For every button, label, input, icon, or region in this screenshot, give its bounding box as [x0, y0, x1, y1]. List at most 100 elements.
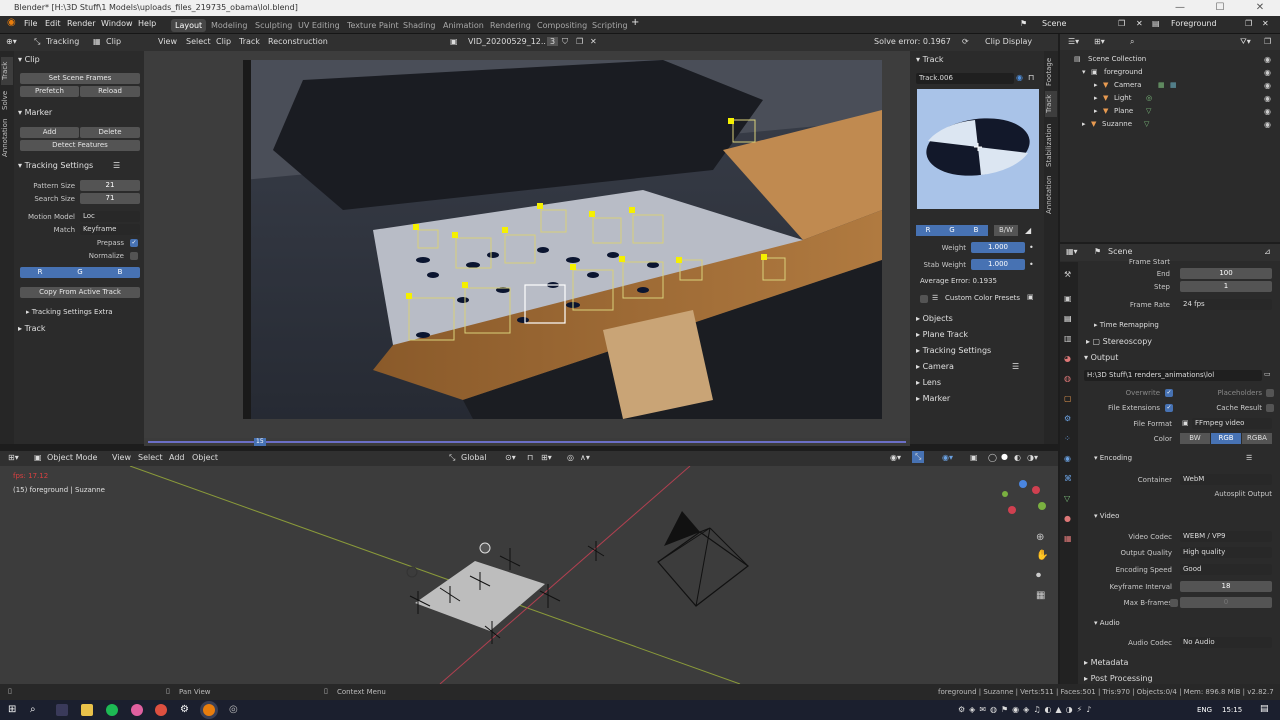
audio-codec-dropdown[interactable]: No Audio: [1180, 637, 1272, 648]
language-indicator[interactable]: ENG: [1197, 706, 1212, 714]
post-processing-section[interactable]: ▸ Post Processing: [1084, 674, 1153, 683]
outliner-item-suzanne[interactable]: Suzanne: [1102, 120, 1132, 128]
clock[interactable]: 15:15: [1222, 706, 1242, 714]
tab-stabilization[interactable]: Stabilization: [1045, 121, 1057, 169]
motion-model-dropdown[interactable]: Loc: [80, 211, 140, 222]
file-explorer-icon[interactable]: [81, 704, 93, 716]
solid-shading-icon[interactable]: ●: [1001, 452, 1008, 461]
pivot-icon[interactable]: ⟳: [962, 37, 969, 46]
close-button[interactable]: ✕: [1240, 0, 1280, 16]
snap-target-icon[interactable]: ⊞▾: [541, 453, 552, 462]
lens-section[interactable]: ▸ Lens: [916, 378, 941, 387]
track-lock-icon[interactable]: ⊓: [1028, 73, 1034, 82]
color-swatch-icon[interactable]: ▣: [1027, 293, 1034, 301]
maximize-button[interactable]: ☐: [1200, 0, 1240, 16]
camera-presets-icon[interactable]: ☰: [1012, 362, 1019, 371]
3d-viewport[interactable]: fps: 17.12 (15) foreground | Suzanne ⊕ ✋…: [0, 466, 1058, 684]
material-shading-icon[interactable]: ◐: [1014, 453, 1021, 462]
new-scene-icon[interactable]: ❐: [1118, 19, 1125, 28]
frame-end-field[interactable]: 100: [1180, 268, 1272, 279]
tab-rendering[interactable]: Rendering: [486, 19, 535, 32]
foreground-expand-icon[interactable]: ▾: [1082, 68, 1086, 76]
viewport-editor-icon[interactable]: ⊞▾: [8, 453, 19, 462]
ortho-grid-icon[interactable]: ▦: [1036, 590, 1045, 601]
tracking-settings-header[interactable]: ▾ Tracking Settings: [18, 161, 93, 170]
pivot-point-icon[interactable]: ⊙▾: [505, 453, 516, 462]
display-mode-icon[interactable]: ⊞▾: [1094, 37, 1105, 46]
video-section[interactable]: ▾ Video: [1094, 512, 1119, 520]
encoding-presets-icon[interactable]: ☰: [1246, 454, 1252, 462]
wireframe-shading-icon[interactable]: ◯: [988, 453, 997, 462]
track-visibility-icon[interactable]: ◉: [1016, 73, 1023, 82]
metadata-section[interactable]: ▸ Metadata: [1084, 658, 1128, 667]
folder-icon[interactable]: ▭: [1264, 370, 1271, 378]
camera-view-icon[interactable]: ⏺: [1036, 570, 1041, 581]
menu-clip[interactable]: Clip: [216, 37, 231, 46]
file-format-dropdown[interactable]: FFmpeg video: [1192, 418, 1272, 429]
tab-footage[interactable]: Footage: [1045, 57, 1057, 87]
overwrite-checkbox[interactable]: ✓: [1165, 389, 1173, 397]
pattern-size-field[interactable]: 21: [80, 180, 140, 191]
outliner-item-foreground[interactable]: foreground: [1104, 68, 1143, 76]
tab-uv-editing[interactable]: UV Editing: [294, 19, 344, 32]
channel-b-toggle[interactable]: B: [100, 267, 140, 278]
max-bframes-checkbox[interactable]: [1170, 599, 1178, 607]
plane-expand-icon[interactable]: ▸: [1094, 107, 1098, 115]
eye-icon[interactable]: ◉: [1264, 107, 1271, 116]
menu-window[interactable]: Window: [101, 19, 133, 28]
color-bw-toggle[interactable]: BW: [1180, 433, 1210, 444]
normalize-checkbox[interactable]: [130, 252, 138, 260]
stab-weight-slider[interactable]: 1.000: [971, 259, 1025, 270]
zoom-icon[interactable]: ⊕: [1036, 532, 1044, 543]
object-mode-dropdown[interactable]: Object Mode: [47, 453, 97, 462]
placeholders-checkbox[interactable]: [1266, 389, 1274, 397]
physics-tab-icon[interactable]: ◉: [1064, 454, 1071, 463]
task-view-icon[interactable]: [56, 704, 68, 716]
tab-compositing[interactable]: Compositing: [533, 19, 591, 32]
encoding-speed-dropdown[interactable]: Good: [1180, 564, 1272, 575]
output-path-field[interactable]: H:\3D Stuff\1 renders_animations\lol: [1084, 370, 1262, 381]
outliner-item-plane[interactable]: Plane: [1114, 107, 1133, 115]
xray-icon[interactable]: ▣: [970, 453, 978, 462]
app-icon[interactable]: [131, 704, 143, 716]
render-tab-icon[interactable]: ▣: [1064, 294, 1072, 303]
tab-scripting[interactable]: Scripting: [588, 19, 632, 32]
chrome-icon[interactable]: [155, 704, 167, 716]
scene-name[interactable]: Scene: [1042, 19, 1066, 28]
clip-name-field[interactable]: VID_20200529_12..: [468, 37, 546, 46]
track-channel-b[interactable]: B: [964, 225, 988, 236]
menu-view[interactable]: View: [158, 37, 177, 46]
menu-render[interactable]: Render: [67, 19, 95, 28]
visibility-icon[interactable]: ◉▾: [890, 453, 901, 462]
timeline-frame-indicator[interactable]: 15: [254, 438, 266, 446]
editor-type-icon[interactable]: ⊕▾: [6, 37, 17, 46]
clip-timeline[interactable]: 15: [144, 438, 910, 446]
tool-tab-icon[interactable]: ⚒: [1064, 270, 1071, 279]
view-layer-name[interactable]: Foreground: [1171, 19, 1217, 28]
menu-file[interactable]: File: [24, 19, 37, 28]
file-extensions-checkbox[interactable]: ✓: [1165, 404, 1173, 412]
scene-tab-icon[interactable]: ◕: [1064, 354, 1071, 363]
clip-section-header[interactable]: ▾ Clip: [18, 55, 40, 64]
plane-object[interactable]: [415, 561, 545, 631]
channel-g-toggle[interactable]: G: [60, 267, 100, 278]
eye-icon[interactable]: ◉: [1264, 94, 1271, 103]
eye-icon[interactable]: ◉: [1264, 120, 1271, 129]
settings-gear-icon[interactable]: ⚙: [180, 704, 192, 716]
video-codec-dropdown[interactable]: WEBM / VP9: [1180, 531, 1272, 542]
cache-result-checkbox[interactable]: [1266, 404, 1274, 412]
tab-texture-paint[interactable]: Texture Paint: [343, 19, 403, 32]
pan-hand-icon[interactable]: ✋: [1036, 550, 1048, 561]
outliner-search-icon[interactable]: ⌕: [1130, 37, 1134, 47]
modifier-tab-icon[interactable]: ⚙: [1064, 414, 1071, 423]
pin-icon[interactable]: ⊿: [1264, 247, 1271, 256]
presets-icon[interactable]: ☰: [932, 294, 938, 302]
container-dropdown[interactable]: WebM: [1180, 474, 1272, 485]
eye-icon[interactable]: ◉: [1264, 55, 1271, 64]
outliner-item-light[interactable]: Light: [1114, 94, 1131, 102]
snap-icon[interactable]: ⊓: [527, 453, 533, 462]
windows-start-icon[interactable]: ⊞: [8, 704, 20, 716]
gizmo-z[interactable]: [1019, 480, 1027, 488]
output-quality-dropdown[interactable]: High quality: [1180, 547, 1272, 558]
output-tab-icon[interactable]: ▤: [1064, 314, 1072, 323]
